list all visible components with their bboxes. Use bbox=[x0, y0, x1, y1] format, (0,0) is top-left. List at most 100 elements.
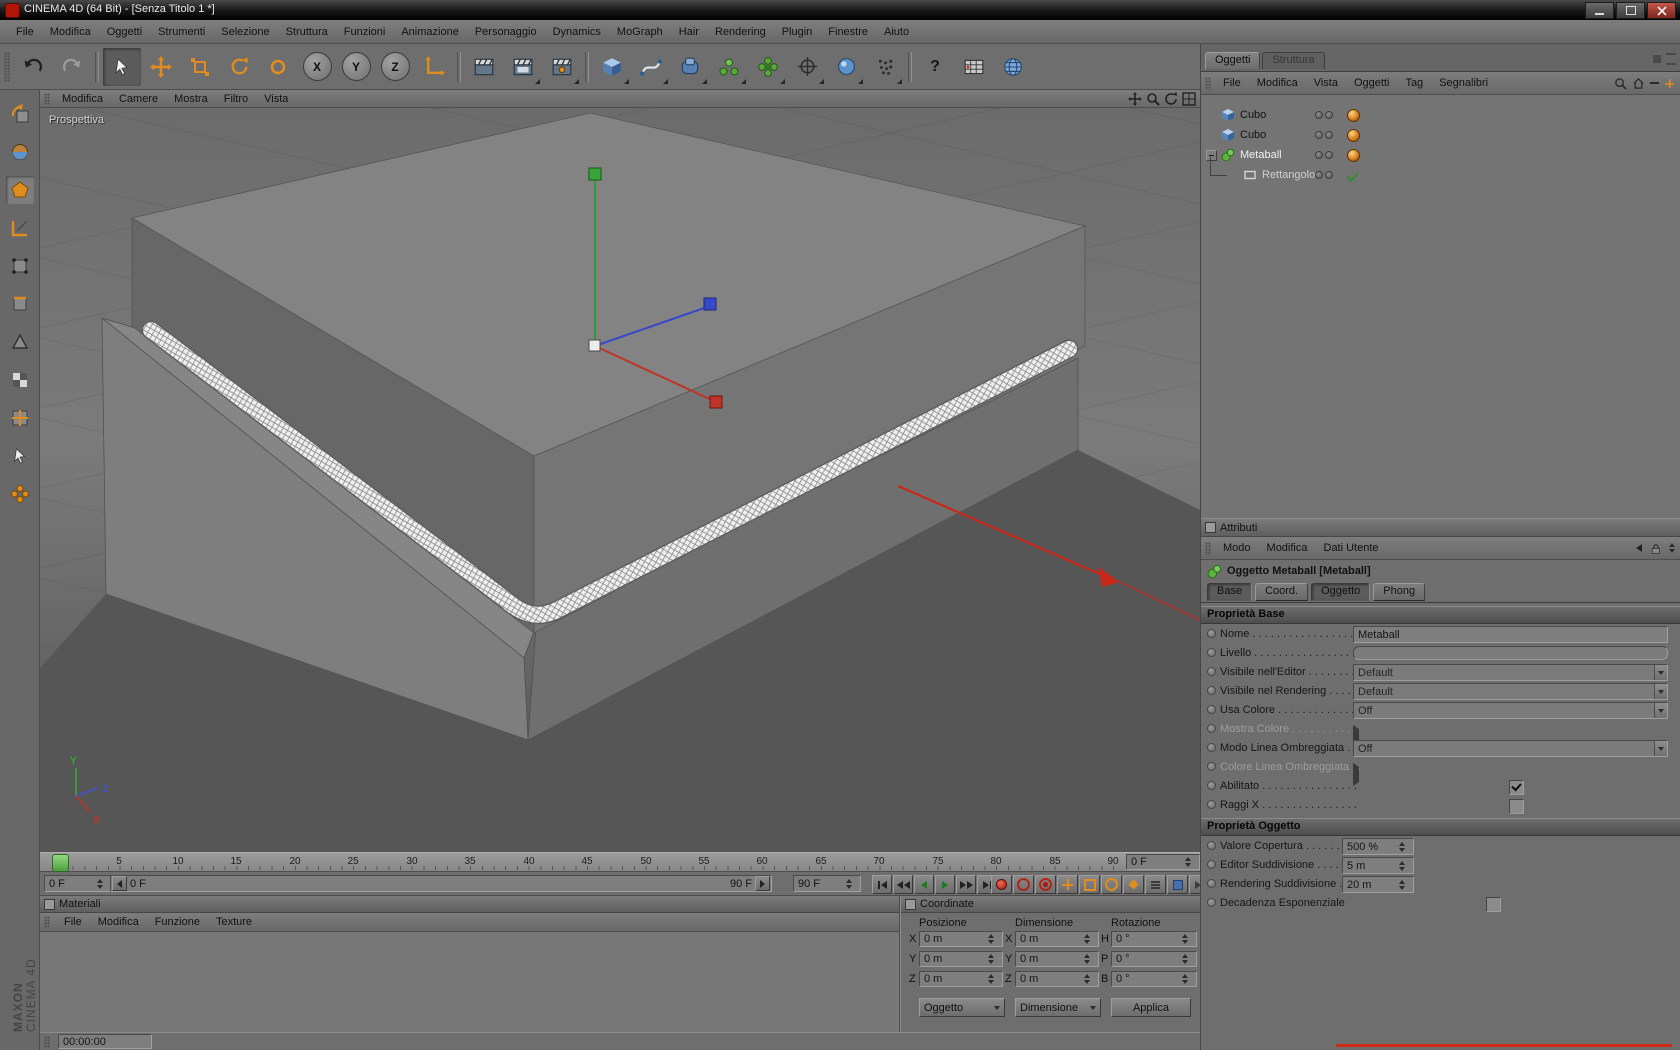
anim-dot-icon[interactable] bbox=[1207, 898, 1216, 907]
materials-list-area[interactable] bbox=[40, 932, 899, 1032]
dim-y-spinner[interactable] bbox=[1084, 954, 1094, 964]
editor-visibility-dot[interactable] bbox=[1315, 111, 1323, 119]
phong-tag-icon[interactable] bbox=[1347, 148, 1360, 162]
view-zoom-icon[interactable] bbox=[1146, 92, 1160, 106]
object-manager-grip[interactable] bbox=[1205, 76, 1211, 90]
minimize-button[interactable] bbox=[1585, 2, 1614, 19]
om-menu-oggetti[interactable]: Oggetti bbox=[1346, 77, 1397, 89]
status-grip[interactable] bbox=[44, 1035, 50, 1048]
restore-button[interactable] bbox=[1616, 2, 1645, 19]
texture-mode-button[interactable] bbox=[6, 176, 34, 204]
dim-y-field[interactable]: 0 m bbox=[1015, 951, 1099, 967]
coordinates-header[interactable]: Coordinate bbox=[901, 896, 1200, 913]
current-frame-field[interactable]: 0 F bbox=[44, 875, 112, 892]
falloff-mode-button[interactable] bbox=[6, 480, 34, 508]
attr-menu-dati-utente[interactable]: Dati Utente bbox=[1316, 542, 1387, 554]
menu-struttura[interactable]: Struttura bbox=[278, 26, 336, 38]
goto-start-button[interactable] bbox=[872, 875, 892, 894]
polygons-mode-button[interactable] bbox=[6, 328, 34, 356]
object-row-rettangolo[interactable]: Rettangolo bbox=[1201, 157, 1680, 185]
anim-dot-icon[interactable] bbox=[1207, 667, 1216, 676]
view-rotate-icon[interactable] bbox=[1164, 91, 1178, 106]
attributes-header[interactable]: Attributi bbox=[1201, 518, 1680, 537]
size-mode-dropdown[interactable]: Dimensione bbox=[1015, 998, 1101, 1017]
scale-tool-button[interactable] bbox=[181, 48, 219, 86]
abilitato-checkbox[interactable] bbox=[1508, 780, 1524, 795]
playback-mode-button[interactable] bbox=[1167, 875, 1188, 894]
pos-x-spinner[interactable] bbox=[988, 934, 998, 944]
object-label[interactable]: Cubo bbox=[1240, 129, 1266, 141]
snap-settings-button[interactable] bbox=[788, 48, 826, 86]
tab-oggetti[interactable]: Oggetti bbox=[1205, 51, 1261, 69]
attr-tab-coord[interactable]: Coord. bbox=[1255, 583, 1309, 601]
viewport-canvas[interactable]: Y Z X Prospettiva Prospettiva bbox=[40, 108, 1200, 852]
render-visibility-dot[interactable] bbox=[1325, 171, 1333, 179]
home-icon[interactable] bbox=[1632, 77, 1645, 90]
anim-dot-icon[interactable] bbox=[1207, 724, 1216, 733]
livello-field[interactable] bbox=[1353, 646, 1668, 660]
lock-z-button[interactable]: Z bbox=[376, 48, 414, 86]
rot-b-field[interactable]: 0 ° bbox=[1111, 971, 1197, 987]
attr-menu-modifica[interactable]: Modifica bbox=[1259, 542, 1316, 554]
texture-axis-mode-button[interactable] bbox=[6, 404, 34, 432]
anim-dot-icon[interactable] bbox=[1207, 648, 1216, 657]
uv-mode-button[interactable] bbox=[6, 366, 34, 394]
materials-menu-funzione[interactable]: Funzione bbox=[147, 916, 208, 928]
tab-struttura[interactable]: Struttura bbox=[1262, 51, 1325, 69]
timeline-ruler[interactable]: 0 5 10 15 20 25 30 35 40 45 50 55 60 65 … bbox=[40, 852, 1200, 872]
render-visibility-dot[interactable] bbox=[1325, 111, 1333, 119]
menu-oggetti[interactable]: Oggetti bbox=[99, 26, 150, 38]
pos-y-field[interactable]: 0 m bbox=[919, 951, 1003, 967]
pos-z-spinner[interactable] bbox=[988, 974, 998, 984]
rendering-suddivisione-field[interactable]: 20 m bbox=[1342, 876, 1414, 893]
om-menu-vista[interactable]: Vista bbox=[1306, 77, 1346, 89]
y-axis-handle[interactable] bbox=[588, 167, 602, 181]
editor-sudd-spinner[interactable] bbox=[1399, 860, 1409, 871]
menu-strumenti[interactable]: Strumenti bbox=[150, 26, 213, 38]
usa-colore-dropdown[interactable]: Off bbox=[1353, 702, 1668, 719]
points-mode-button[interactable] bbox=[6, 252, 34, 280]
materials-header[interactable]: Materiali bbox=[40, 896, 899, 913]
editor-visibility-dot[interactable] bbox=[1315, 131, 1323, 139]
anim-dot-icon[interactable] bbox=[1207, 879, 1216, 888]
play-backward-button[interactable] bbox=[914, 875, 934, 894]
lock-icon[interactable] bbox=[1649, 542, 1662, 555]
rot-p-field[interactable]: 0 ° bbox=[1111, 951, 1197, 967]
add-array-button[interactable] bbox=[710, 48, 748, 86]
record-scale-toggle[interactable] bbox=[1079, 875, 1100, 894]
render-visibility-dot[interactable] bbox=[1325, 151, 1333, 159]
decadenza-checkbox[interactable] bbox=[1485, 897, 1501, 912]
panel-pin-icon[interactable] bbox=[1653, 55, 1661, 63]
undo-button[interactable] bbox=[14, 48, 52, 86]
menu-rendering[interactable]: Rendering bbox=[707, 26, 774, 38]
viewport-grip[interactable] bbox=[44, 92, 50, 105]
menu-finestre[interactable]: Finestre bbox=[820, 26, 876, 38]
view-pan-icon[interactable] bbox=[1128, 91, 1142, 106]
add-particles-button[interactable] bbox=[866, 48, 904, 86]
frame-spinner[interactable] bbox=[1185, 857, 1195, 867]
menu-file[interactable]: File bbox=[8, 26, 42, 38]
visibile-rendering-dropdown[interactable]: Default bbox=[1353, 683, 1668, 700]
range-end-handle[interactable] bbox=[755, 876, 770, 891]
lock-x-button[interactable]: X bbox=[298, 48, 336, 86]
object-row-metaball[interactable]: Metaball bbox=[1201, 145, 1680, 165]
dim-x-spinner[interactable] bbox=[1084, 934, 1094, 944]
render-to-picture-viewer-button[interactable] bbox=[504, 48, 542, 86]
search-icon[interactable] bbox=[1614, 77, 1627, 90]
anim-dot-icon[interactable] bbox=[1207, 705, 1216, 714]
next-key-button[interactable] bbox=[956, 875, 976, 894]
add-hypernurbs-button[interactable] bbox=[671, 48, 709, 86]
anim-dot-icon[interactable] bbox=[1207, 860, 1216, 869]
editor-visibility-dot[interactable] bbox=[1315, 171, 1323, 179]
object-label[interactable]: Metaball bbox=[1240, 149, 1282, 161]
dim-z-field[interactable]: 0 m bbox=[1015, 971, 1099, 987]
materials-menu-texture[interactable]: Texture bbox=[208, 916, 260, 928]
record-pla-toggle[interactable] bbox=[1145, 875, 1166, 894]
origin-handle[interactable] bbox=[588, 339, 601, 352]
viewport-menu-camere[interactable]: Camere bbox=[111, 93, 166, 105]
rotate-tool-button[interactable] bbox=[220, 48, 258, 86]
current-frame-spinner[interactable] bbox=[97, 878, 107, 889]
timeline-range-slider[interactable]: 0 F 90 F bbox=[110, 875, 772, 892]
render-settings-button[interactable] bbox=[543, 48, 581, 86]
add-spline-button[interactable] bbox=[632, 48, 670, 86]
